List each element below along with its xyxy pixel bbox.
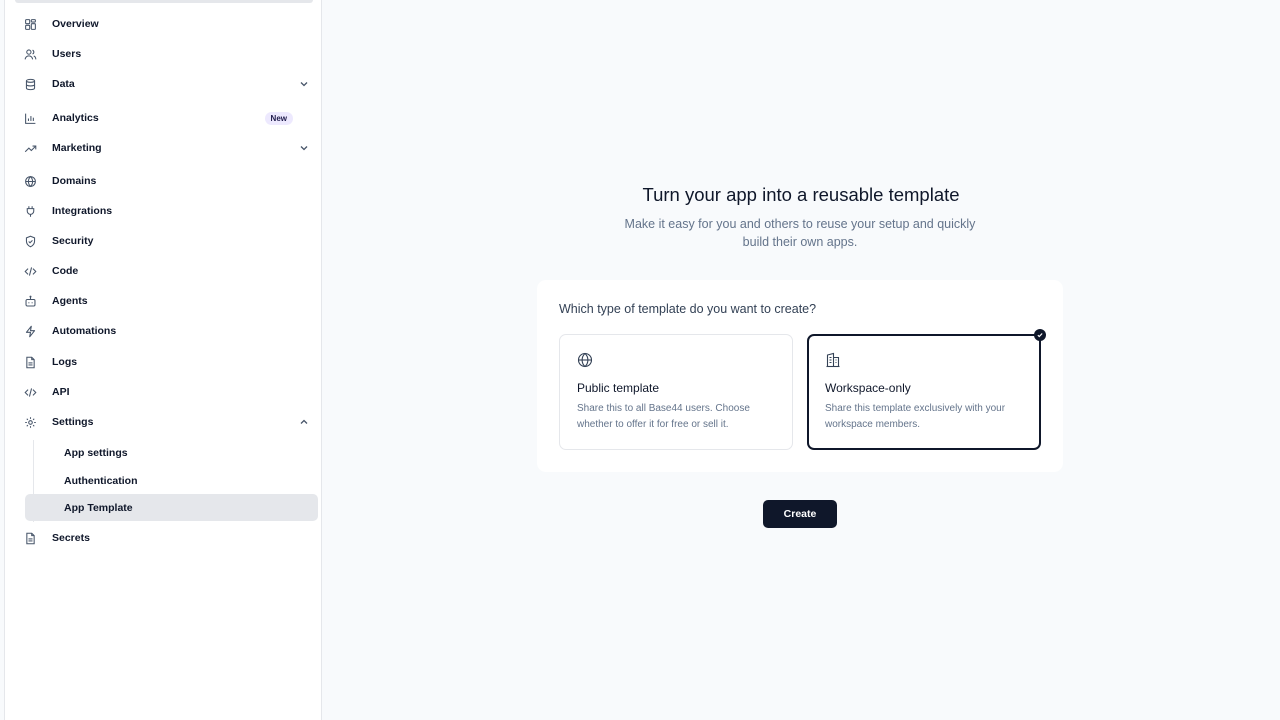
sidebar-subitem-label: App Template — [64, 501, 133, 514]
option-title: Public template — [577, 381, 660, 395]
sidebar-top-divider — [15, 0, 313, 3]
sidebar-item-label: Data — [52, 78, 75, 90]
option-title: Workspace-only — [825, 381, 911, 395]
new-badge: New — [264, 112, 293, 125]
sidebar-item-label: Marketing — [52, 142, 102, 154]
option-description: Share this to all Base44 users. Choose w… — [577, 403, 750, 430]
globe-icon — [23, 174, 37, 188]
sidebar-item-settings[interactable]: Settings — [21, 408, 314, 436]
globe-icon — [577, 352, 593, 368]
users-icon — [23, 47, 37, 61]
option-description: Share this template exclusively with you… — [825, 403, 1006, 430]
gear-icon — [23, 415, 37, 429]
sidebar-item-logs[interactable]: Logs — [21, 348, 314, 376]
building-icon — [826, 352, 840, 368]
grid-icon — [23, 17, 37, 31]
sidebar-item-label: Code — [52, 265, 79, 277]
sidebar-subitem-app-settings[interactable]: App settings — [25, 439, 318, 466]
sidebar-item-api[interactable]: API — [21, 378, 314, 406]
sidebar-item-label: Logs — [52, 356, 78, 368]
sidebar-item-label: Overview — [52, 18, 99, 30]
bot-icon — [23, 294, 37, 308]
sidebar-subitem-label: App settings — [64, 446, 128, 459]
sidebar-item-label: API — [52, 386, 70, 398]
sidebar-item-label: Agents — [52, 295, 88, 307]
sidebar-subitem-app-template[interactable]: App Template — [25, 494, 318, 521]
zap-icon — [23, 324, 37, 338]
sidebar-item-label: Domains — [52, 175, 97, 187]
sidebar-item-label: Users — [52, 48, 82, 60]
sidebar-item-label: Settings — [52, 416, 94, 428]
sidebar-item-code[interactable]: Code — [21, 257, 314, 285]
code-icon — [23, 264, 37, 278]
public-template-option[interactable]: Public template Share this to all Base44… — [559, 334, 793, 450]
sidebar-item-security[interactable]: Security — [21, 227, 314, 255]
shield-icon — [23, 234, 37, 248]
create-button[interactable]: Create — [763, 500, 837, 528]
sidebar-item-label: Secrets — [52, 532, 90, 544]
sidebar-item-overview[interactable]: Overview — [21, 10, 314, 38]
sidebar-item-automations[interactable]: Automations — [21, 317, 314, 345]
template-type-card: Which type of template do you want to cr… — [537, 280, 1063, 472]
database-icon — [23, 77, 37, 91]
sidebar-item-integrations[interactable]: Integrations — [21, 197, 314, 225]
sidebar-item-domains[interactable]: Domains — [21, 167, 314, 195]
sidebar: Overview Users Data Analytics New Market… — [4, 0, 322, 720]
bar-chart-icon — [23, 111, 37, 125]
chevron-down-icon[interactable] — [298, 142, 310, 154]
code-icon — [23, 385, 37, 399]
file-icon — [23, 355, 37, 369]
plug-icon — [23, 204, 37, 218]
sidebar-subitem-label: Authentication — [64, 474, 138, 487]
sidebar-item-secrets[interactable]: Secrets — [21, 524, 314, 552]
sidebar-item-label: Security — [52, 235, 94, 247]
check-circle-icon — [1034, 329, 1046, 341]
sidebar-item-analytics[interactable]: Analytics New — [21, 104, 314, 132]
file-icon — [23, 531, 37, 545]
page-title: Turn your app into a reusable template — [642, 184, 960, 205]
workspace-only-option[interactable]: Workspace-only Share this template exclu… — [807, 329, 1046, 450]
chevron-down-icon[interactable] — [298, 78, 310, 90]
template-type-question: Which type of template do you want to cr… — [559, 302, 817, 316]
sidebar-subitem-authentication[interactable]: Authentication — [25, 467, 318, 494]
trending-up-icon — [23, 141, 37, 155]
sidebar-item-agents[interactable]: Agents — [21, 287, 314, 315]
sidebar-item-label: Analytics — [52, 112, 99, 124]
chevron-up-icon[interactable] — [298, 416, 310, 428]
sidebar-item-label: Integrations — [52, 205, 113, 217]
sidebar-item-users[interactable]: Users — [21, 40, 314, 68]
sidebar-item-data[interactable]: Data — [21, 70, 314, 98]
sidebar-item-marketing[interactable]: Marketing — [21, 134, 314, 162]
sidebar-item-label: Automations — [52, 325, 117, 337]
page-subtitle: Make it easy for you and others to reuse… — [624, 217, 976, 249]
